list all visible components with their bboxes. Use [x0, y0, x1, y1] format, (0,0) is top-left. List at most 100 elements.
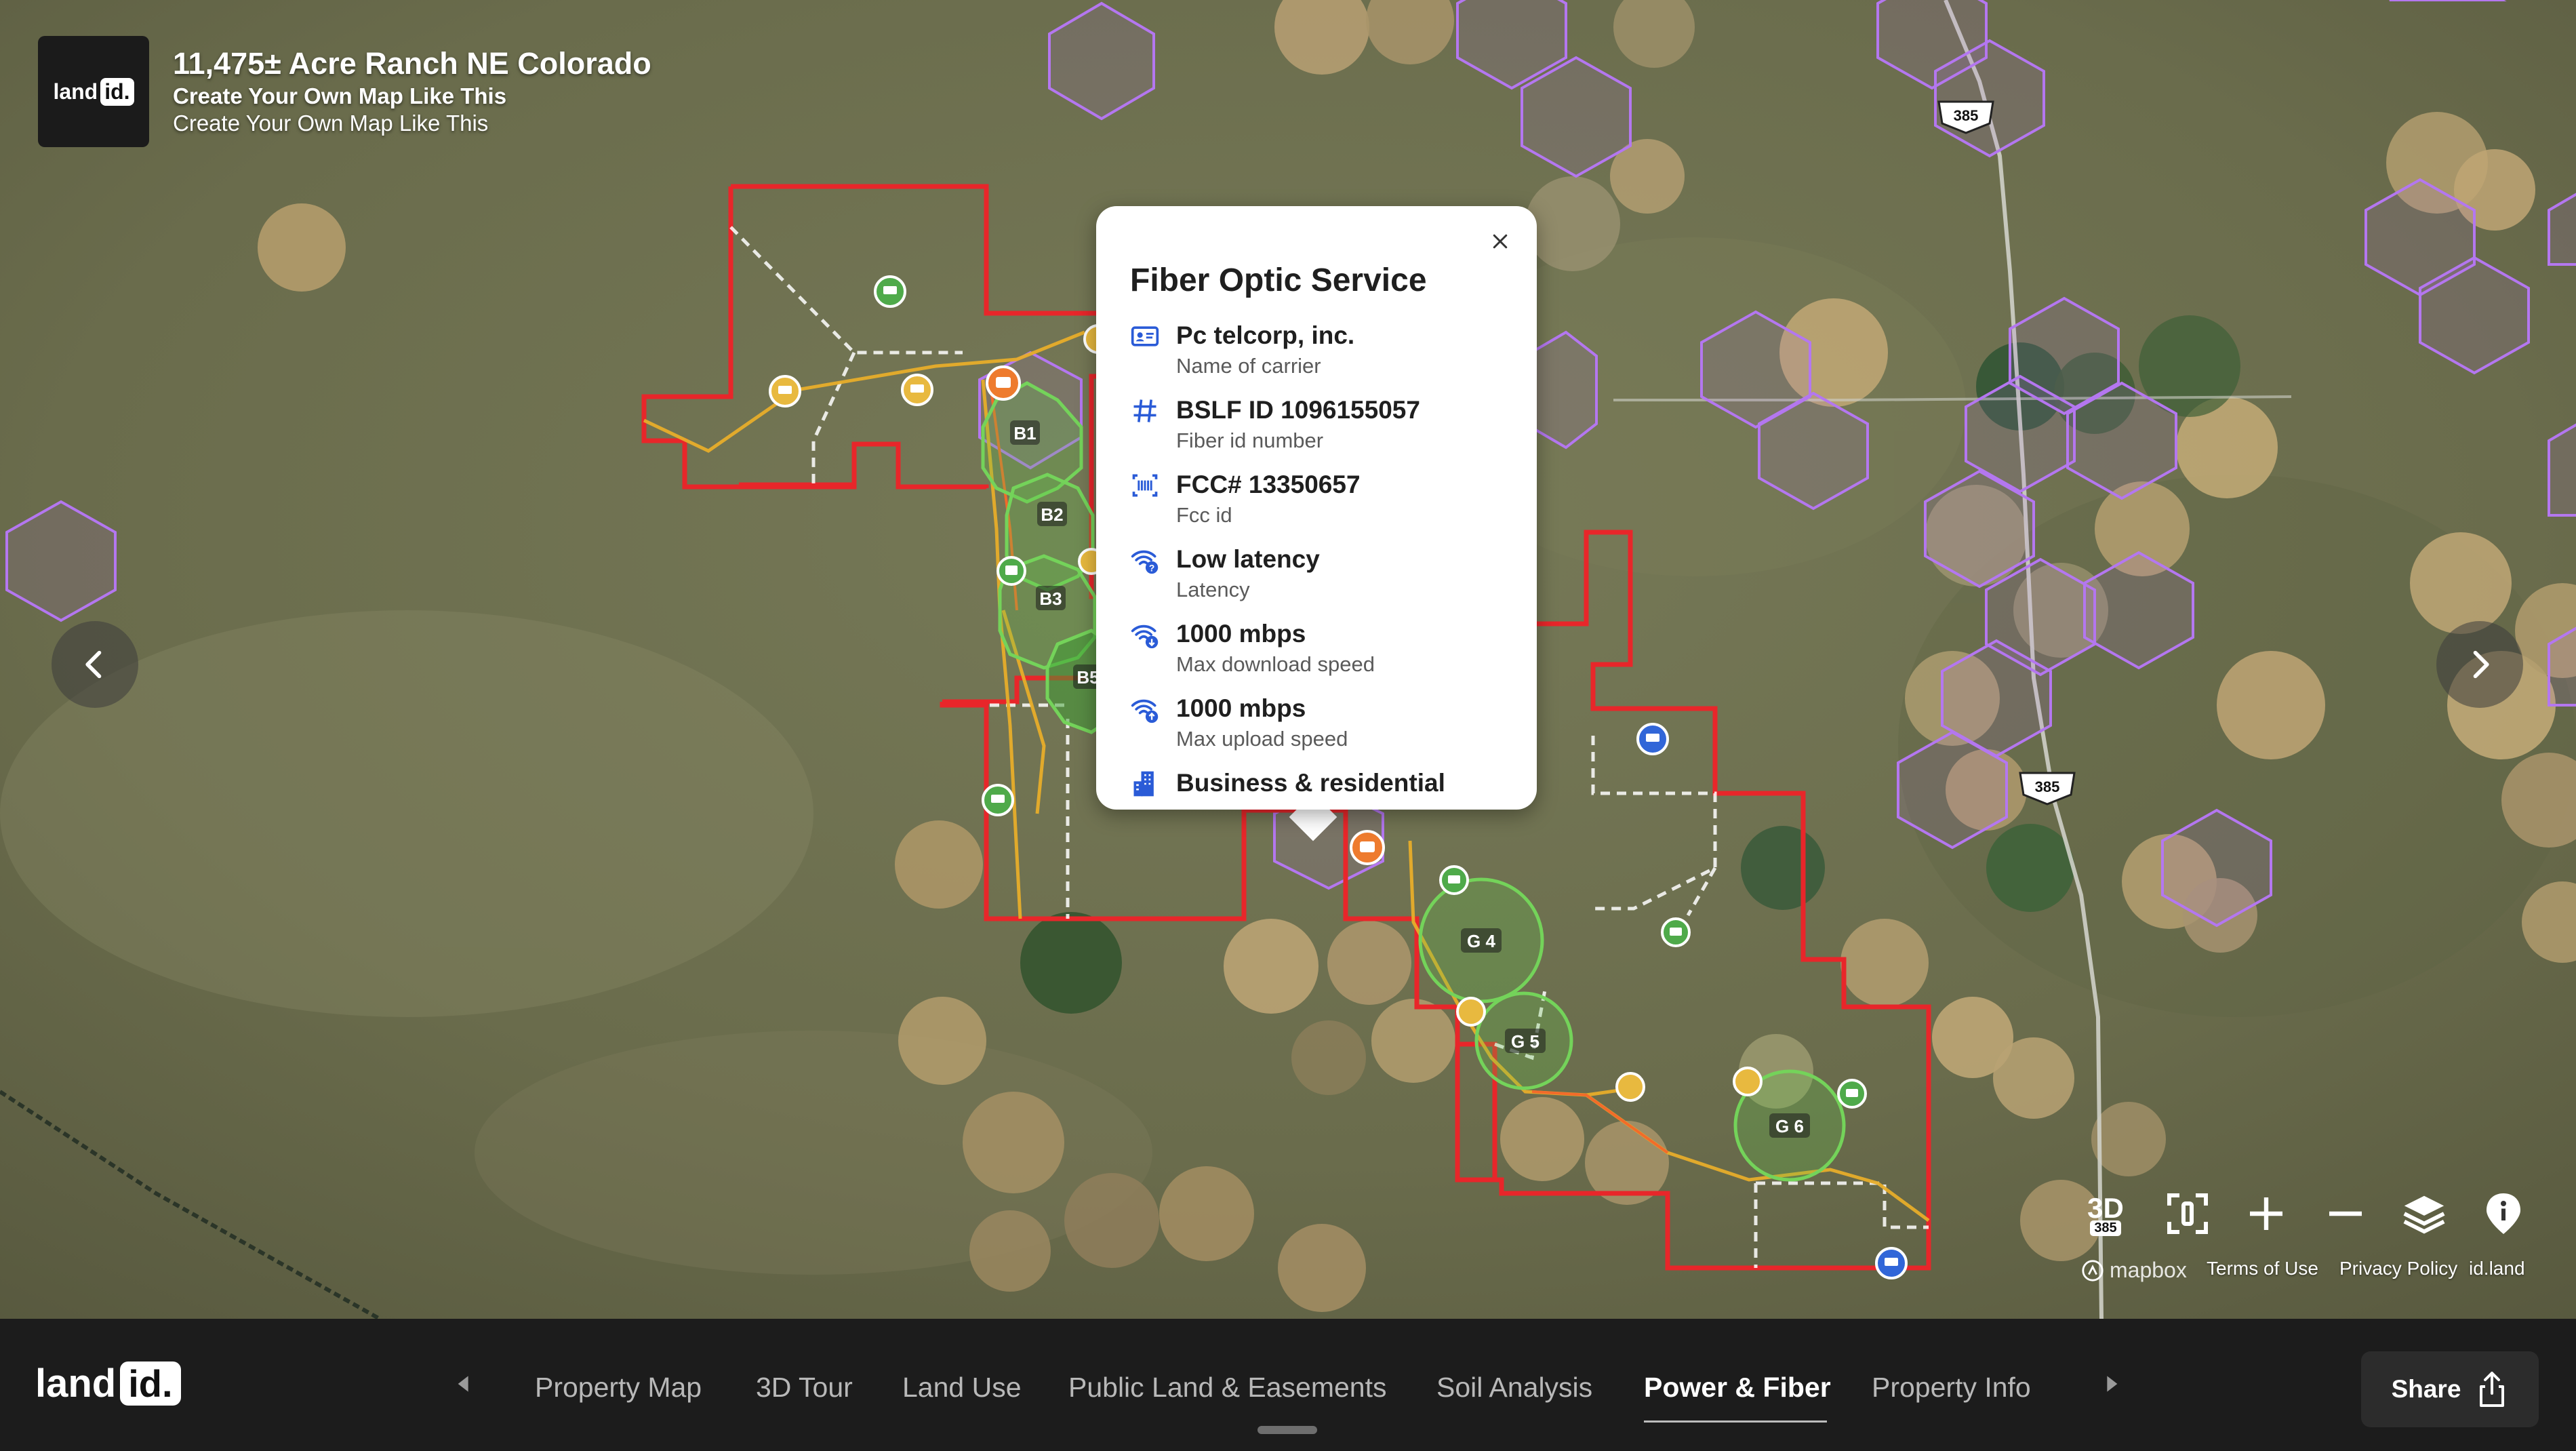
popup-row-download: 1000 mbps Max download speed [1130, 620, 1510, 694]
highway-shield-badge: 385 [2090, 1220, 2121, 1236]
popup-row-value: Low latency [1176, 545, 1320, 573]
create-map-subtitle: Create Your Own Map Like This [173, 111, 489, 136]
tabs-scroll-right-icon[interactable] [2098, 1370, 2125, 1397]
popup-row-value: 1000 mbps [1176, 620, 1306, 648]
tab-property-map[interactable]: Property Map [535, 1372, 702, 1404]
green-pin-marker [1837, 1079, 1867, 1109]
tab-power-fiber[interactable]: Power & Fiber [1644, 1372, 1831, 1404]
popup-row-value: BSLF ID 1096155057 [1176, 396, 1420, 424]
map-title-block: 11,475± Acre Ranch NE Colorado Create Yo… [173, 45, 651, 137]
wifi-question-icon: ? [1131, 550, 1159, 574]
tab-soil-analysis[interactable]: Soil Analysis [1436, 1372, 1592, 1404]
wifi-upload-icon [1131, 699, 1159, 723]
tab-property-info[interactable]: Property Info [1872, 1372, 2031, 1404]
popup-row-latency: ? Low latency Latency [1130, 545, 1510, 620]
id-card-icon [1131, 326, 1159, 346]
next-slide-button[interactable] [2436, 621, 2523, 708]
green-pin-marker [997, 556, 1026, 586]
popup-row-label: Fiber id number [1176, 429, 1324, 452]
svg-text:?: ? [1149, 563, 1154, 574]
popup-row-fcc-id: FCC# 13350657 Fcc id [1130, 471, 1510, 545]
close-icon [1493, 234, 1508, 249]
footer-logo-badge: id. [120, 1361, 181, 1406]
privacy-policy-link[interactable]: Privacy Policy [2339, 1258, 2457, 1279]
fullscreen-icon [2167, 1193, 2208, 1234]
highway-shield-label: 385 [2035, 778, 2060, 795]
highway-shield-label: 385 [1954, 107, 1979, 124]
svg-text:G 5: G 5 [1511, 1031, 1539, 1052]
layers-icon [2403, 1195, 2445, 1234]
green-pin-marker [1439, 865, 1469, 895]
header-logo[interactable]: land id. [38, 36, 149, 147]
mapbox-logo-icon [2082, 1259, 2104, 1281]
tabs-scroll-left-icon[interactable] [450, 1370, 477, 1397]
popup-row-carrier: Pc telcorp, inc. Name of carrier [1130, 321, 1510, 396]
tab-land-use[interactable]: Land Use [902, 1372, 1022, 1404]
toggle-3d-label: 3D [2087, 1191, 2124, 1224]
share-button[interactable]: Share [2361, 1351, 2539, 1427]
blue-pin-marker [1875, 1247, 1908, 1279]
barcode-icon [1132, 474, 1158, 497]
chevron-right-icon [2473, 650, 2489, 679]
building-icon [1133, 771, 1154, 797]
yellow-pin-marker [1615, 1072, 1645, 1102]
popup-row-label: Max upload speed [1176, 727, 1348, 751]
mapbox-label: mapbox [2110, 1258, 2187, 1282]
popup-row-service-type: Business & residential [1130, 769, 1510, 843]
green-pin-marker [1661, 917, 1691, 947]
svg-text:G 6: G 6 [1775, 1116, 1804, 1136]
popup-row-label: Latency [1176, 578, 1250, 601]
share-icon [2480, 1372, 2505, 1407]
hash-icon [1133, 399, 1156, 422]
fullscreen-button[interactable] [2158, 1185, 2217, 1243]
logo-badge: id. [100, 77, 134, 106]
create-map-link[interactable]: Create Your Own Map Like This [173, 83, 651, 110]
terms-of-use-link[interactable]: Terms of Use [2207, 1258, 2318, 1279]
popup-row-value: FCC# 13350657 [1176, 471, 1361, 498]
toggle-3d-button[interactable]: 3D 385 [2076, 1185, 2135, 1243]
bottom-navigation-bar: land id. Property Map 3D Tour Land Use P… [0, 1319, 2576, 1451]
footer-logo[interactable]: land id. [35, 1361, 181, 1406]
popup-row-label: Fcc id [1176, 503, 1232, 527]
svg-text:B3: B3 [1039, 589, 1062, 609]
popup-title: Fiber Optic Service [1130, 262, 1427, 298]
share-label: Share [2391, 1375, 2461, 1403]
popup-row-label: Name of carrier [1176, 354, 1321, 378]
popup-row-label: Max download speed [1176, 652, 1375, 676]
logo-text: land [53, 79, 98, 104]
idland-link[interactable]: id.land [2469, 1258, 2525, 1279]
scroll-indicator [1257, 1426, 1317, 1434]
layers-button[interactable] [2395, 1185, 2453, 1243]
popup-attribute-list: Pc telcorp, inc. Name of carrier BSLF ID… [1130, 321, 1510, 843]
popup-row-fiber-id: BSLF ID 1096155057 Fiber id number [1130, 396, 1510, 471]
tab-3d-tour[interactable]: 3D Tour [756, 1372, 853, 1404]
zoom-in-button[interactable] [2237, 1185, 2295, 1243]
blue-pin-marker [1636, 723, 1669, 755]
mapbox-attribution[interactable]: mapbox [2081, 1258, 2187, 1283]
yellow-pin-marker [1456, 997, 1486, 1027]
wifi-download-icon [1131, 624, 1159, 649]
svg-text:G 4: G 4 [1467, 931, 1495, 951]
green-pin-marker [982, 784, 1014, 816]
chevron-left-icon [85, 650, 102, 679]
yellow-pin-marker [901, 374, 933, 406]
popup-row-value: Pc telcorp, inc. [1176, 321, 1355, 349]
previous-slide-button[interactable] [52, 621, 138, 708]
minus-icon [2329, 1211, 2362, 1216]
orange-pin-marker [986, 365, 1021, 401]
info-button[interactable] [2474, 1185, 2533, 1243]
tab-public-land-easements[interactable]: Public Land & Easements [1068, 1372, 1387, 1404]
plus-icon [2250, 1197, 2282, 1230]
zoom-out-button[interactable] [2316, 1185, 2375, 1243]
svg-text:B1: B1 [1013, 423, 1036, 443]
yellow-pin-marker [1733, 1067, 1763, 1096]
fiber-info-popup: Fiber Optic Service Pc telcorp, inc. Nam… [1096, 206, 1537, 810]
popup-close-button[interactable] [1480, 221, 1521, 262]
yellow-pin-marker [769, 375, 801, 408]
active-tab-underline [1644, 1420, 1827, 1423]
green-pin-marker [874, 275, 906, 308]
popup-row-upload: 1000 mbps Max upload speed [1130, 694, 1510, 769]
popup-row-value: 1000 mbps [1176, 694, 1306, 722]
map-title: 11,475± Acre Ranch NE Colorado [173, 46, 651, 81]
svg-text:B2: B2 [1041, 504, 1063, 525]
